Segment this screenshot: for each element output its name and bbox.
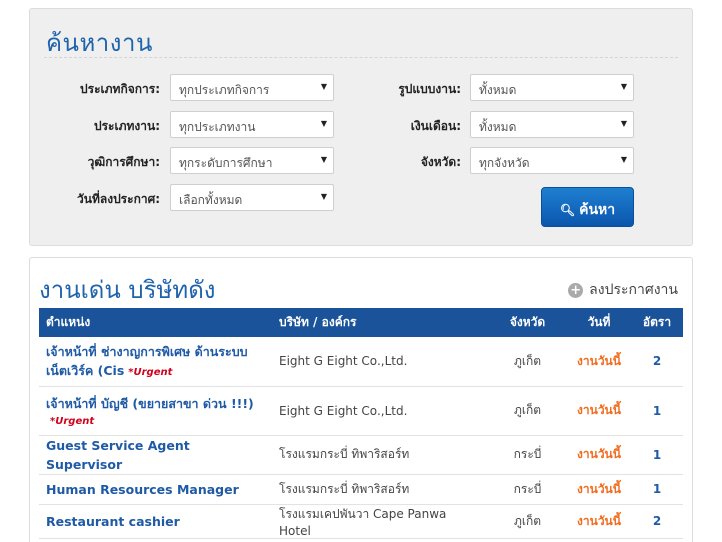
job-type-value: ทุกประเภทงาน: [179, 120, 256, 134]
job-title-link[interactable]: เจ้าหน้าที่ บัญชี (ขยายสาขา ด่วน !!!): [46, 396, 254, 411]
job-type-label: ประเภทงาน:: [93, 119, 160, 133]
column-header-company: บริษัท / องค์กร: [272, 308, 488, 337]
job-date: งานวันนี้: [567, 504, 631, 539]
province-select[interactable]: ทุกจังหวัด ▼: [470, 147, 634, 174]
company-name: โรงแรมเคปพันวา Cape Panwa Hotel: [272, 504, 488, 539]
search-icon: 🔍︎: [559, 203, 576, 217]
chevron-down-icon: ▼: [620, 82, 627, 91]
work-format-select[interactable]: ทั้งหมด ▼: [470, 74, 634, 101]
search-divider: [44, 57, 678, 58]
plus-circle-icon: +: [568, 283, 584, 298]
education-value: ทุกระดับการศึกษา: [179, 156, 273, 170]
job-date: งานวันนี้: [567, 474, 631, 505]
job-count: 1: [631, 435, 683, 475]
table-row: Human Resources Manager โรงแรมกระบี่ ทิพ…: [39, 474, 683, 505]
job-province: กระบี่: [488, 435, 567, 475]
work-format-label: รูปแบบงาน:: [398, 82, 461, 96]
business-type-select[interactable]: ทุกประเภทกิจการ ▼: [170, 74, 334, 101]
table-row: Restaurant cashier โรงแรมเคปพันวา Cape P…: [39, 504, 683, 539]
post-date-select[interactable]: เลือกทั้งหมด ▼: [170, 184, 334, 211]
job-date: งานวันนี้: [567, 386, 631, 436]
table-header-row: ตำแหน่ง บริษัท / องค์กร จังหวัด วันที่ อ…: [39, 308, 683, 337]
company-name: โรงแรมกระบี่ ทิพาริสอร์ท: [272, 474, 488, 505]
salary-select[interactable]: ทั้งหมด ▼: [470, 111, 634, 138]
job-search-panel: ค้นหางาน ประเภทกิจการ: ทุกประเภทกิจการ ▼…: [29, 8, 693, 246]
job-title-link[interactable]: Human Resources Manager: [46, 482, 239, 497]
column-header-province: จังหวัด: [488, 308, 567, 337]
job-title-link[interactable]: Guest Service Agent Supervisor: [46, 438, 190, 472]
province-value: ทุกจังหวัด: [479, 156, 530, 170]
job-province: ภูเก็ต: [488, 386, 567, 436]
column-header-date: วันที่: [567, 308, 631, 337]
company-name: โรงแรมกระบี่ ทิพาริสอร์ท: [272, 435, 488, 475]
job-count: 1: [631, 386, 683, 436]
company-name: Eight G Eight Co.,Ltd.: [272, 386, 488, 436]
urgent-badge: *Urgent: [128, 367, 173, 379]
featured-jobs-title: งานเด่น บริษัทดัง: [39, 276, 216, 304]
company-name: Eight G Eight Co.,Ltd.: [272, 337, 488, 387]
education-label: วุฒิการศึกษา:: [87, 155, 160, 169]
job-title-link[interactable]: Restaurant cashier: [46, 514, 180, 529]
job-type-select[interactable]: ทุกประเภทงาน ▼: [170, 111, 334, 138]
table-row: Guest Service Agent Supervisor โรงแรมกระ…: [39, 435, 683, 475]
featured-jobs-panel: งานเด่น บริษัทดัง + ลงประกาศงาน ตำแหน่ง บ…: [29, 257, 693, 542]
job-count: 2: [631, 337, 683, 387]
table-row: เจ้าหน้าที่ บัญชี (ขยายสาขา ด่วน !!!) *Ur…: [39, 386, 683, 436]
job-province: ภูเก็ต: [488, 504, 567, 539]
job-province: กระบี่: [488, 474, 567, 505]
post-job-label: ลงประกาศงาน: [589, 282, 678, 298]
chevron-down-icon: ▼: [320, 119, 327, 128]
salary-label: เงินเดือน:: [410, 119, 461, 133]
urgent-badge: *Urgent: [50, 416, 95, 427]
post-date-value: เลือกทั้งหมด: [179, 193, 243, 207]
featured-jobs-table: ตำแหน่ง บริษัท / องค์กร จังหวัด วันที่ อ…: [39, 308, 683, 539]
work-format-value: ทั้งหมด: [479, 83, 517, 97]
job-province: ภูเก็ต: [488, 337, 567, 387]
column-header-count: อัตรา: [631, 308, 683, 337]
education-select[interactable]: ทุกระดับการศึกษา ▼: [170, 147, 334, 174]
chevron-down-icon: ▼: [320, 155, 327, 164]
chevron-down-icon: ▼: [620, 119, 627, 128]
job-date: งานวันนี้: [567, 337, 631, 387]
chevron-down-icon: ▼: [320, 192, 327, 201]
job-count: 1: [631, 474, 683, 505]
chevron-down-icon: ▼: [620, 155, 627, 164]
job-date: งานวันนี้: [567, 435, 631, 475]
post-date-label: วันที่ลงประกาศ:: [77, 192, 160, 206]
column-header-position: ตำแหน่ง: [39, 308, 272, 337]
table-row: เจ้าหน้าที่ ช่างาญการพิเศษ ด้านระบบเน็ตเ…: [39, 337, 683, 387]
chevron-down-icon: ▼: [320, 82, 327, 91]
post-job-link[interactable]: + ลงประกาศงาน: [568, 279, 678, 301]
business-type-value: ทุกประเภทกิจการ: [179, 83, 270, 97]
province-label: จังหวัด:: [420, 155, 461, 169]
search-button-label: ค้นหา: [579, 202, 616, 218]
salary-value: ทั้งหมด: [479, 120, 517, 134]
business-type-label: ประเภทกิจการ:: [80, 82, 160, 96]
search-button[interactable]: 🔍︎ ค้นหา: [541, 187, 634, 227]
job-count: 2: [631, 504, 683, 539]
